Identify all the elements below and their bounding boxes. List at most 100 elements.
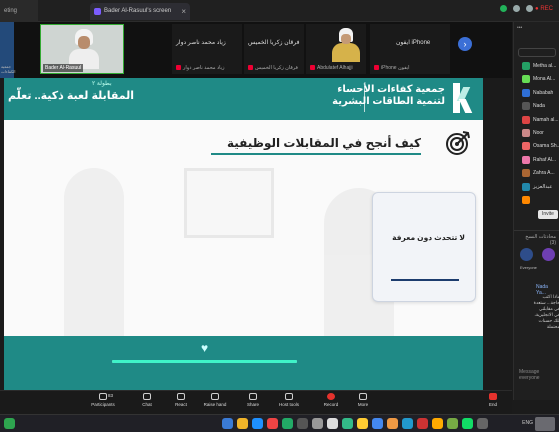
background-illustration	[64, 158, 394, 338]
participant-row[interactable]: Zahra A...	[514, 167, 559, 180]
shared-screen: جمعية كفاءات الأحساء لتنمية الطاقات البش…	[4, 78, 483, 390]
participant-search-input[interactable]	[518, 48, 556, 57]
language-indicator[interactable]: ENG	[522, 420, 533, 426]
minimize-icon[interactable]	[526, 5, 533, 12]
invite-button[interactable]: Invite	[538, 210, 558, 219]
app-icon[interactable]	[447, 418, 458, 429]
chat-button[interactable]: Chat	[130, 393, 164, 407]
chrome-icon[interactable]	[357, 418, 368, 429]
app-icon[interactable]	[312, 418, 323, 429]
hand-icon	[211, 393, 219, 400]
app-icon[interactable]	[282, 418, 293, 429]
org-logo	[453, 83, 473, 113]
video-tile[interactable]: فرقان زكريا الخميس فرقان زكريا الخميس	[244, 24, 304, 74]
org-name-line2: لتنمية الطاقات البشرية	[332, 96, 445, 107]
participant-row[interactable]: Mona Al...	[514, 73, 559, 86]
speaker-nameplate: Bader Al-Rasuul	[43, 64, 84, 72]
participant-row[interactable]: Metha al...	[514, 60, 559, 73]
close-icon[interactable]: ×	[181, 3, 186, 20]
participant-list: Metha al... Mona Al... Nababah Nada Namah al…	[514, 60, 559, 207]
recording-indicator: ● REC	[535, 6, 553, 12]
toolbar-label: Raise hand	[203, 402, 227, 407]
end-button[interactable]: End	[476, 393, 510, 407]
video-tile[interactable]: ايفون iPhone iPhone ايفون	[370, 24, 450, 74]
chat-avatar[interactable]	[542, 248, 555, 261]
security-icon[interactable]	[500, 5, 507, 12]
tip-card-text: لا تتحدث دون معرفة	[392, 233, 465, 242]
participant-row[interactable]: Rahaf Al...	[514, 154, 559, 167]
share-button[interactable]: Share	[236, 393, 270, 407]
record-icon	[327, 393, 335, 400]
participant-row[interactable]	[514, 194, 559, 207]
app-icon[interactable]	[417, 418, 428, 429]
app-icon[interactable]	[402, 418, 413, 429]
app-icon[interactable]	[297, 418, 308, 429]
participant-row[interactable]: عبدالعزيز	[514, 181, 559, 194]
slide-footer: ♥	[4, 336, 483, 390]
chevron-right-icon[interactable]: ›	[458, 37, 472, 51]
target-icon	[446, 131, 470, 155]
slide-progress-fill	[112, 360, 297, 363]
app-icon[interactable]	[327, 418, 338, 429]
banner-divider	[364, 86, 365, 112]
gallery-edge-tile[interactable]: جمعية الكفاءات	[0, 22, 16, 78]
app-icon[interactable]	[222, 418, 233, 429]
share-icon	[249, 393, 257, 400]
view-icon[interactable]	[513, 5, 520, 12]
speaker-video	[69, 29, 99, 69]
app-icon[interactable]	[432, 418, 443, 429]
app-icon[interactable]	[342, 418, 353, 429]
record-button[interactable]: Record	[314, 393, 348, 407]
slide-title: كيف أنجح في المقابلات الوظيفية	[226, 136, 421, 150]
participant-row[interactable]: Noor	[514, 127, 559, 140]
toolbar-label: End	[488, 402, 497, 407]
folder-icon[interactable]	[237, 418, 248, 429]
screen-share-tab[interactable]: Bader Al-Rasuul's screen ×	[90, 3, 190, 20]
tile-subname: فرقان زكريا الخميس	[248, 65, 298, 71]
chat-input[interactable]: Message everyone	[516, 366, 559, 381]
meeting-toolbar: Participants 83 Chat React Raise hand Share Ho…	[0, 390, 512, 414]
react-button[interactable]: React	[164, 393, 198, 407]
mic-muted-icon	[248, 65, 253, 71]
participant-avatar	[522, 195, 530, 204]
edge-icon[interactable]	[252, 418, 263, 429]
org-name: جمعية كفاءات الأحساء لتنمية الطاقات البش…	[332, 84, 445, 108]
host-tools-button[interactable]: Host tools	[272, 393, 306, 407]
participant-avatar	[522, 75, 530, 84]
raise-hand-button[interactable]: Raise hand	[198, 393, 232, 407]
app-icon	[94, 8, 101, 15]
meeting-tab[interactable]: eting	[0, 0, 38, 22]
app-icon[interactable]	[462, 418, 473, 429]
participant-row[interactable]: Nababah	[514, 87, 559, 100]
windows-taskbar: ENG	[0, 414, 559, 432]
tile-name: زياد محمد ناصر دوار	[176, 40, 226, 46]
app-icon[interactable]	[267, 418, 278, 429]
start-icon[interactable]	[4, 418, 15, 429]
video-tile-speaker[interactable]: Bader Al-Rasuul	[40, 24, 124, 74]
participant-avatar	[522, 102, 530, 111]
tip-card-line	[391, 279, 459, 281]
participant-avatar	[522, 115, 530, 124]
participant-row[interactable]: Nada	[514, 100, 559, 113]
participant-row[interactable]: Namah al...	[514, 114, 559, 127]
participants-button[interactable]: Participants 83	[86, 393, 120, 407]
edge-tile-label: جمعية الكفاءات	[1, 64, 16, 74]
participant-name: Osama Sh...	[533, 143, 559, 150]
more-button[interactable]: More	[346, 393, 380, 407]
chat-avatar[interactable]	[520, 248, 533, 261]
app-icon[interactable]	[387, 418, 398, 429]
participant-name: Noor	[533, 129, 544, 136]
end-call-icon	[489, 393, 497, 400]
slide-progress-track	[112, 360, 297, 363]
tray-thumbnail[interactable]	[535, 417, 555, 431]
participant-name: Nababah	[533, 89, 554, 96]
video-tile[interactable]: زياد محمد ناصر دوار زياد محمد ناصر دوار	[172, 24, 242, 74]
participant-row[interactable]: Osama Sh...	[514, 140, 559, 153]
app-icon[interactable]	[477, 418, 488, 429]
video-tile[interactable]: Abdulatef Alhajji	[306, 24, 366, 74]
participant-avatar	[522, 142, 530, 151]
tagline-small: بطولة ٢	[92, 81, 112, 87]
panel-header: •••	[517, 25, 523, 31]
toolbar-label: Participants	[91, 402, 115, 407]
zoom-icon[interactable]	[372, 418, 383, 429]
